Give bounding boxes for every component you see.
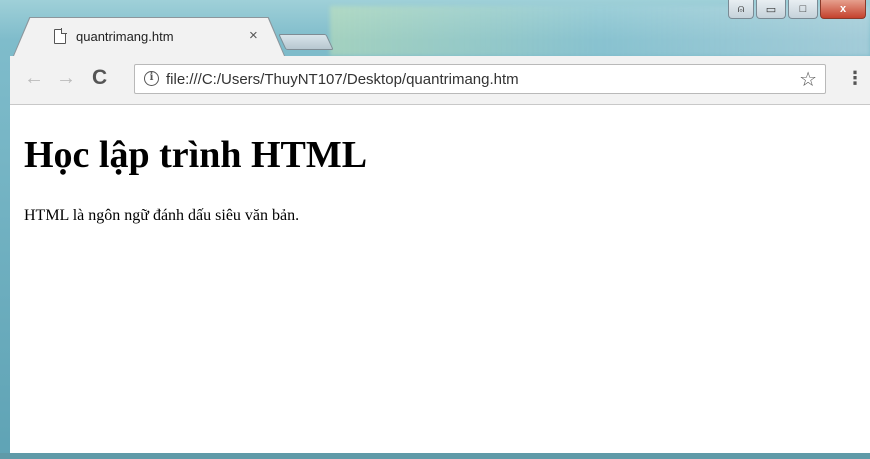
new-tab-button[interactable] [278, 34, 334, 50]
minimize-icon: ▭ [765, 3, 777, 16]
maximize-button[interactable]: □ [788, 0, 818, 19]
browser-toolbar: ← → C i file:///C:/Users/ThuyNT107/Deskt… [10, 56, 870, 105]
maximize-icon: □ [799, 3, 807, 15]
forward-arrow-icon[interactable]: → [56, 68, 76, 88]
page-heading: Học lập trình HTML [24, 134, 368, 176]
tab-title: quantrimang.htm [76, 29, 174, 44]
user-profile-button[interactable]: ⍝ [728, 0, 754, 19]
reload-icon[interactable]: C [92, 67, 107, 88]
url-text[interactable]: file:///C:/Users/ThuyNT107/Desktop/quant… [166, 71, 519, 88]
close-window-button[interactable]: x [820, 0, 866, 19]
back-arrow-icon[interactable]: ← [24, 68, 44, 88]
page-paragraph: HTML là ngôn ngữ đánh dấu siêu văn bản. [24, 207, 300, 224]
tab-close-icon[interactable]: × [249, 27, 258, 44]
page-icon [54, 28, 67, 44]
page-content: Học lập trình HTML HTML là ngôn ngữ đánh… [10, 105, 870, 453]
info-icon[interactable]: i [144, 71, 159, 86]
window-bottom-edge [0, 453, 870, 459]
close-icon: x [839, 3, 847, 15]
window-controls: ⍝ ▭ □ x [728, 0, 866, 19]
user-icon: ⍝ [737, 2, 745, 15]
bookmark-star-icon[interactable]: ☆ [799, 67, 817, 92]
address-bar[interactable]: i file:///C:/Users/ThuyNT107/Desktop/qua… [134, 64, 826, 94]
minimize-button[interactable]: ▭ [756, 0, 786, 19]
menu-kebab-icon[interactable]: ⋮ [846, 69, 864, 87]
